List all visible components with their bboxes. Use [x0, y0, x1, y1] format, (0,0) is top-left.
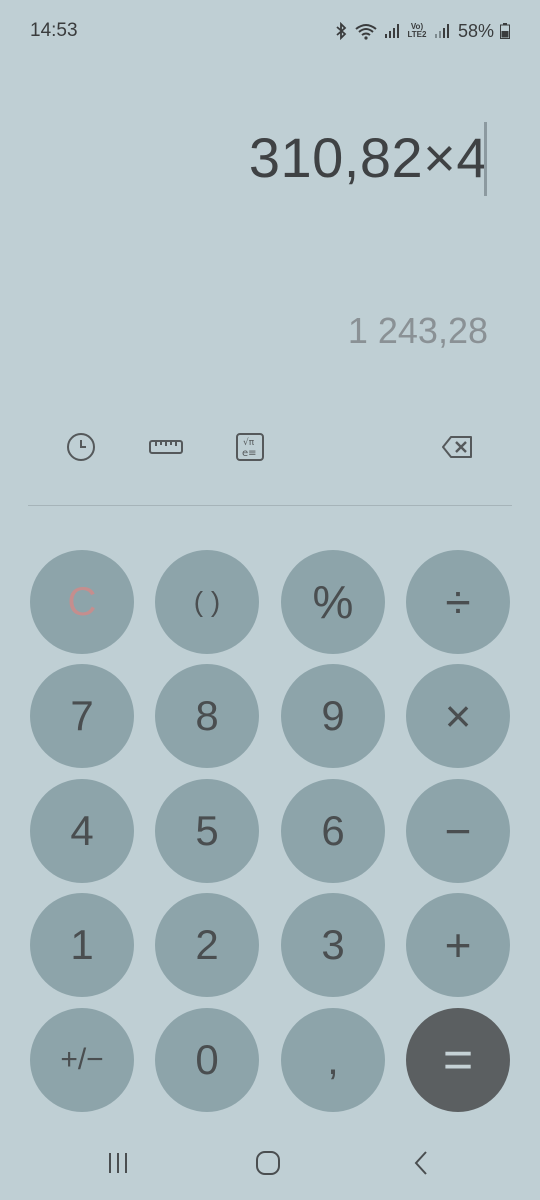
ruler-icon[interactable] — [143, 424, 189, 470]
recents-icon[interactable] — [88, 1141, 148, 1185]
minus-button[interactable]: − — [406, 779, 510, 883]
history-icon[interactable] — [58, 424, 104, 470]
scientific-icon[interactable]: √π e≡ — [227, 424, 273, 470]
back-icon[interactable] — [391, 1141, 451, 1185]
status-icons: Vo) LTE2 58% — [334, 21, 510, 42]
plus-minus-button[interactable]: +/− — [30, 1008, 134, 1112]
battery-icon — [500, 23, 510, 39]
digit-9-button[interactable]: 9 — [281, 664, 385, 768]
network-label: Vo) LTE2 — [407, 22, 427, 39]
percent-button[interactable]: % — [281, 550, 385, 654]
status-time: 14:53 — [30, 20, 78, 41]
expression-display[interactable]: 310,82×4 — [30, 118, 488, 198]
clear-button[interactable]: C — [30, 550, 134, 654]
result-preview: 1 243,28 — [347, 310, 488, 351]
signal-icon — [384, 23, 400, 39]
decimal-button[interactable]: , — [281, 1008, 385, 1112]
multiply-button[interactable]: × — [406, 664, 510, 768]
status-bar: 14:53 Vo) LTE2 58% — [0, 0, 540, 62]
svg-text:√π: √π — [243, 437, 255, 448]
digit-0-button[interactable]: 0 — [155, 1008, 259, 1112]
digit-6-button[interactable]: 6 — [281, 779, 385, 883]
digit-4-button[interactable]: 4 — [30, 779, 134, 883]
digit-8-button[interactable]: 8 — [155, 664, 259, 768]
wifi-icon — [354, 22, 378, 40]
text-cursor — [484, 122, 487, 196]
signal-icon — [434, 23, 450, 39]
digit-7-button[interactable]: 7 — [30, 664, 134, 768]
plus-button[interactable]: + — [406, 893, 510, 997]
equals-button[interactable]: = — [406, 1008, 510, 1112]
divider — [28, 505, 512, 506]
digit-3-button[interactable]: 3 — [281, 893, 385, 997]
battery-percent: 58% — [457, 20, 494, 41]
parentheses-button[interactable]: ( ) — [155, 550, 259, 654]
svg-text:e≡: e≡ — [242, 448, 257, 459]
home-icon[interactable] — [238, 1141, 298, 1185]
divide-button[interactable]: ÷ — [406, 550, 510, 654]
navigation-bar — [0, 1130, 540, 1200]
digit-5-button[interactable]: 5 — [155, 779, 259, 883]
digit-2-button[interactable]: 2 — [155, 893, 259, 997]
backspace-icon[interactable] — [435, 424, 481, 470]
digit-1-button[interactable]: 1 — [30, 893, 134, 997]
toolbar: √π e≡ — [0, 424, 540, 470]
bluetooth-icon — [334, 22, 348, 40]
